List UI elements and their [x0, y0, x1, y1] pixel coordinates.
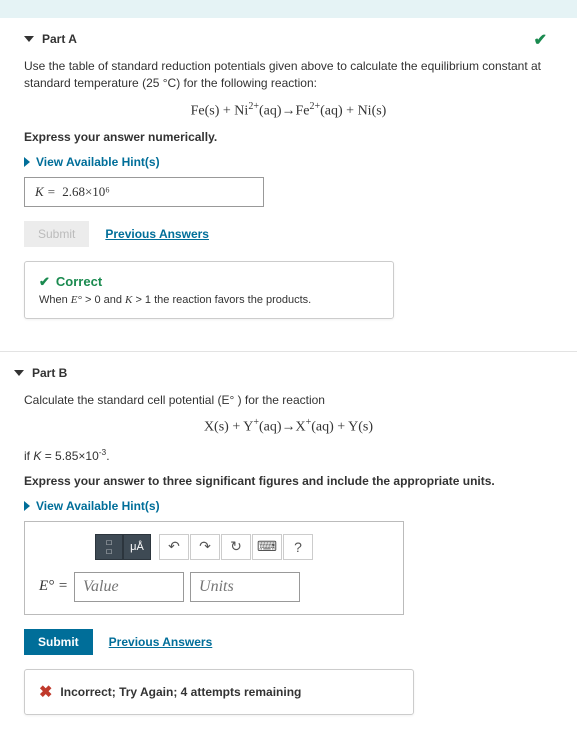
answer-input-panel: □□ μÅ ↶ ↷ ↻ ⌨ ? E° =: [24, 521, 404, 615]
units-input[interactable]: [190, 572, 300, 602]
part-a-prompt: Use the table of standard reduction pote…: [24, 58, 553, 93]
answer-value: 2.68×10⁶: [62, 184, 110, 199]
undo-icon[interactable]: ↶: [159, 534, 189, 560]
chevron-right-icon: [24, 501, 30, 511]
chevron-down-icon: [14, 370, 24, 376]
feedback-incorrect-box: ✖ Incorrect; Try Again; 4 attempts remai…: [24, 669, 414, 715]
top-bar: [0, 0, 577, 18]
part-a-header[interactable]: Part A: [24, 32, 534, 58]
hints-label: View Available Hint(s): [36, 499, 160, 513]
format-template-icon[interactable]: □□: [95, 534, 123, 560]
part-b-header[interactable]: Part B: [14, 366, 553, 392]
input-toolbar: □□ μÅ ↶ ↷ ↻ ⌨ ?: [95, 534, 389, 560]
x-icon: ✖: [39, 682, 52, 702]
part-b-equation: X(s) + Y+(aq)→X+(aq) + Y(s): [24, 417, 553, 436]
hints-toggle-b[interactable]: View Available Hint(s): [24, 499, 553, 513]
hints-toggle-a[interactable]: View Available Hint(s): [24, 155, 553, 169]
help-icon[interactable]: ?: [283, 534, 313, 560]
feedback-incorrect-text: Incorrect; Try Again; 4 attempts remaini…: [60, 685, 301, 699]
chevron-down-icon: [24, 36, 34, 42]
submit-button-b[interactable]: Submit: [24, 629, 93, 655]
previous-answers-link-b[interactable]: Previous Answers: [109, 635, 213, 649]
correct-check-icon: ✔: [534, 30, 547, 50]
answer-var: K =: [35, 184, 56, 199]
section-divider: [0, 351, 577, 352]
reset-icon[interactable]: ↻: [221, 534, 251, 560]
keyboard-icon[interactable]: ⌨: [252, 534, 282, 560]
hints-label: View Available Hint(s): [36, 155, 160, 169]
feedback-correct-box: ✔ Correct When E° > 0 and K > 1 the reac…: [24, 261, 394, 319]
value-input[interactable]: [74, 572, 184, 602]
redo-icon[interactable]: ↷: [190, 534, 220, 560]
part-a-equation: Fe(s) + Ni2+(aq)→Fe2+(aq) + Ni(s): [24, 101, 553, 120]
chevron-right-icon: [24, 157, 30, 167]
part-b-condition: if K = 5.85×10-3.: [24, 446, 553, 465]
unit-button[interactable]: μÅ: [123, 534, 151, 560]
feedback-correct-text: When E° > 0 and K > 1 the reaction favor…: [39, 294, 379, 306]
part-b-instruction: Express your answer to three significant…: [24, 473, 553, 490]
answer-display-a: K = 2.68×10⁶: [24, 177, 264, 207]
check-icon: ✔: [39, 274, 50, 290]
part-a-instruction: Express your answer numerically.: [24, 129, 553, 146]
part-b-section: Part B Calculate the standard cell poten…: [0, 366, 577, 743]
submit-button-a: Submit: [24, 221, 89, 247]
part-b-title: Part B: [32, 366, 67, 380]
part-a-title: Part A: [42, 32, 77, 46]
previous-answers-link-a[interactable]: Previous Answers: [105, 227, 209, 241]
feedback-correct-label: Correct: [56, 274, 102, 289]
part-b-prompt: Calculate the standard cell potential (E…: [24, 392, 553, 409]
input-variable-label: E° =: [39, 578, 68, 595]
part-a-section: ✔ Part A Use the table of standard reduc…: [0, 32, 577, 347]
